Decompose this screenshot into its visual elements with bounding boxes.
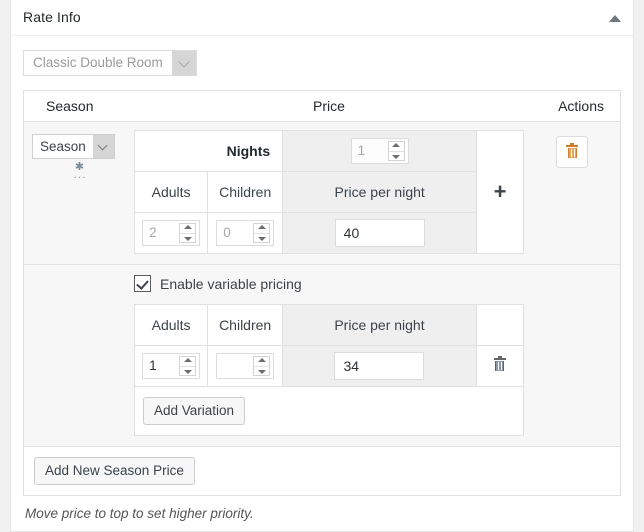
nights-stepper[interactable]: 1 xyxy=(350,138,409,164)
season-cell: Season ✱ ... xyxy=(24,122,134,181)
table-row: Season ✱ ... Nights 1 + Adults Children … xyxy=(24,122,620,265)
nights-value: 1 xyxy=(357,143,366,158)
stepper-arrows-icon[interactable] xyxy=(179,356,197,376)
add-nights-cell: + xyxy=(476,130,524,254)
occupancy-header-row: Adults Children Price per night xyxy=(133,171,524,213)
variable-pricing-block: Enable variable pricing Adults Children … xyxy=(24,265,620,447)
rate-info-metabox: Rate Info Classic Double Room Season Pri… xyxy=(10,0,634,532)
column-header-adults: Adults xyxy=(133,304,209,346)
metabox-body: Classic Double Room Season Price Actions… xyxy=(11,36,633,531)
trash-icon xyxy=(493,355,506,371)
adults-value: 2 xyxy=(149,225,157,240)
table-footer-bar: Add New Season Price xyxy=(23,447,621,496)
season-select[interactable]: Season xyxy=(32,134,115,159)
variable-pricing-inner: Enable variable pricing Adults Children … xyxy=(133,265,525,446)
children-label: Children xyxy=(219,317,272,333)
stepper-arrows-icon[interactable] xyxy=(253,356,271,376)
column-header-adults: Adults xyxy=(133,171,209,213)
column-header-children: Children xyxy=(207,171,284,213)
enable-variable-pricing-checkbox[interactable] xyxy=(134,275,151,292)
spacer-right xyxy=(524,265,620,446)
adults-label: Adults xyxy=(151,317,191,333)
priority-note: Move price to top to set higher priority… xyxy=(25,506,254,521)
children-cell: 0 xyxy=(207,212,284,254)
trash-icon xyxy=(566,143,578,158)
variation-price-input[interactable]: 34 xyxy=(334,352,425,380)
page-title: Rate Info xyxy=(23,9,81,25)
adults-label: Adults xyxy=(151,184,191,200)
price-per-night-label: Price per night xyxy=(334,184,425,200)
move-handle-dots: ... xyxy=(73,167,87,181)
room-select-value: Classic Double Room xyxy=(33,55,163,70)
variation-children-stepper[interactable] xyxy=(216,353,275,379)
variation-table: Adults Children Price per night 1 34 Add… xyxy=(133,304,525,436)
column-header-price-per-night: Price per night xyxy=(282,171,478,213)
variation-adults-stepper[interactable]: 1 xyxy=(142,353,201,379)
add-variation-button[interactable]: Add Variation xyxy=(143,397,246,425)
children-label: Children xyxy=(219,184,272,200)
variation-children-cell xyxy=(207,345,284,387)
variation-header-row: Adults Children Price per night xyxy=(133,304,525,346)
variation-row: 1 34 xyxy=(133,345,525,387)
stepper-arrows-icon[interactable] xyxy=(253,223,271,243)
room-select[interactable]: Classic Double Room xyxy=(23,50,197,76)
add-variation-cell: Add Variation xyxy=(134,386,524,436)
variation-price-cell: 34 xyxy=(282,345,477,387)
price-cell-value: 40 xyxy=(282,212,478,254)
children-value: 0 xyxy=(223,225,231,240)
spacer-left xyxy=(24,265,134,446)
price-per-night-label: Price per night xyxy=(334,317,425,333)
row-actions-cell xyxy=(524,122,620,171)
chevron-down-icon[interactable] xyxy=(171,51,196,75)
column-header-actions: Actions xyxy=(558,98,604,114)
delete-season-button[interactable] xyxy=(556,136,588,168)
column-header-season: Season xyxy=(46,98,94,114)
nights-label: Nights xyxy=(133,130,284,172)
chevron-up-icon[interactable] xyxy=(607,13,623,25)
stepper-arrows-icon[interactable] xyxy=(179,223,197,243)
adults-cell: 2 xyxy=(133,212,209,254)
nights-price-grid: Nights 1 + Adults Children Price per nig… xyxy=(133,130,524,254)
children-stepper[interactable]: 0 xyxy=(216,220,275,246)
nights-row: Nights 1 + xyxy=(133,130,524,254)
enable-variable-pricing-label: Enable variable pricing xyxy=(160,275,302,292)
enable-variable-pricing-row[interactable]: Enable variable pricing xyxy=(134,275,524,292)
add-variation-row: Add Variation xyxy=(134,386,524,436)
column-header-price-per-night: Price per night xyxy=(282,304,477,346)
variation-delete-cell xyxy=(475,345,525,387)
nights-value-cell: 1 xyxy=(282,130,478,172)
column-header-actions-blank xyxy=(475,304,525,346)
column-header-price: Price xyxy=(313,98,345,114)
season-price-table: Season Price Actions Season ✱ ... Nights… xyxy=(23,90,621,447)
price-input[interactable]: 40 xyxy=(334,219,425,247)
price-cell: Nights 1 + Adults Children Price per nig… xyxy=(133,122,524,264)
season-select-value: Season xyxy=(40,139,86,154)
stepper-arrows-icon[interactable] xyxy=(387,141,405,161)
adults-stepper[interactable]: 2 xyxy=(142,220,201,246)
move-handle-icon[interactable]: ✱ ... xyxy=(32,159,128,181)
variation-adults-cell: 1 xyxy=(133,345,209,387)
column-header-children: Children xyxy=(207,304,284,346)
metabox-header: Rate Info xyxy=(11,0,633,36)
delete-variation-button[interactable] xyxy=(492,355,508,373)
occupancy-values-row: 2 0 40 xyxy=(133,212,524,254)
chevron-down-icon[interactable] xyxy=(92,135,114,158)
variation-children-value xyxy=(217,354,253,378)
add-new-season-price-button[interactable]: Add New Season Price xyxy=(34,457,195,485)
table-header-row: Season Price Actions xyxy=(24,91,620,122)
plus-icon[interactable]: + xyxy=(494,181,507,203)
variation-adults-value: 1 xyxy=(149,358,157,373)
